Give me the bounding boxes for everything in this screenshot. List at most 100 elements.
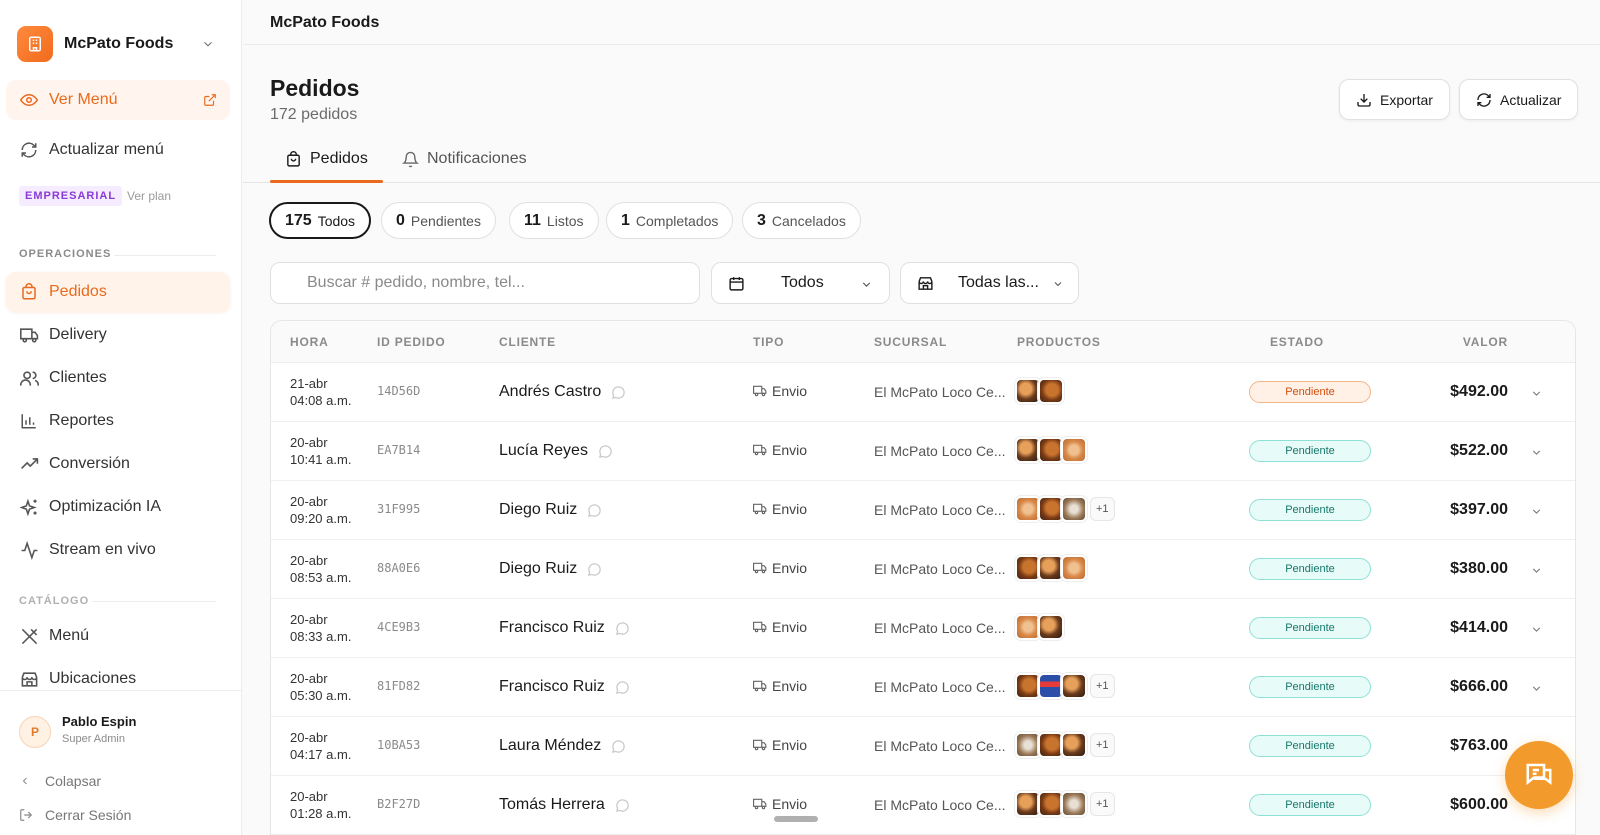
message-icon[interactable] xyxy=(598,444,613,459)
branch-name: El McPato Loco Ce... xyxy=(874,443,1006,459)
status-badge[interactable]: Pendiente xyxy=(1249,381,1371,403)
sidebar-item-clientes[interactable]: Clientes xyxy=(6,358,230,398)
sidebar-item-menu[interactable]: Menú xyxy=(6,616,230,656)
order-value: $380.00 xyxy=(1450,560,1508,577)
order-id: 4CE9B3 xyxy=(377,620,421,634)
sidebar-item-reportes[interactable]: Reportes xyxy=(6,401,230,441)
sidebar-item-pedidos[interactable]: Pedidos xyxy=(6,272,230,312)
table-row[interactable]: 20-abr 04:17 a.m. 10BA53 Laura Méndez Envio E… xyxy=(271,717,1575,776)
order-id: B2F27D xyxy=(377,797,421,811)
order-id: EA7B14 xyxy=(377,443,421,457)
filter-cancelados[interactable]: 3 Cancelados xyxy=(742,202,861,239)
filter-pendientes[interactable]: 0 Pendientes xyxy=(381,202,496,239)
tab-notificaciones[interactable]: Notificaciones xyxy=(402,150,527,182)
client-cell: Laura Méndez xyxy=(499,737,626,755)
message-icon[interactable] xyxy=(611,739,626,754)
order-value: $666.00 xyxy=(1450,678,1508,695)
calendar-icon xyxy=(728,275,745,292)
status-badge[interactable]: Pendiente xyxy=(1249,794,1371,816)
filter-completados[interactable]: 1 Completados xyxy=(606,202,734,239)
message-icon[interactable] xyxy=(587,562,602,577)
table-row[interactable]: 20-abr 10:41 a.m. EA7B14 Lucía Reyes Envio El… xyxy=(271,422,1575,481)
date-select[interactable]: Todos xyxy=(711,262,890,304)
order-time: 20-abr 08:53 a.m. xyxy=(290,552,351,586)
chevron-down-icon xyxy=(201,37,215,51)
sparkles-icon xyxy=(19,497,39,517)
truck-icon xyxy=(753,502,767,516)
table-row[interactable]: 20-abr 08:33 a.m. 4CE9B3 Francisco Ruiz Envi… xyxy=(271,599,1575,658)
order-hour: 08:53 a.m. xyxy=(290,570,352,585)
order-value: $600.00 xyxy=(1450,796,1508,813)
chevron-down-icon[interactable] xyxy=(1530,682,1543,695)
refresh-button[interactable]: Actualizar xyxy=(1459,79,1579,120)
chevron-down-icon[interactable] xyxy=(1530,623,1543,636)
order-type: Envio xyxy=(753,383,807,399)
order-type: Envio xyxy=(753,619,807,635)
avatar[interactable]: P xyxy=(19,716,51,748)
client-cell: Lucía Reyes xyxy=(499,442,613,460)
tab-pedidos[interactable]: Pedidos xyxy=(285,150,368,182)
branch-select[interactable]: Todas las... xyxy=(900,262,1079,304)
scroll-handle[interactable] xyxy=(774,816,818,822)
client-name: Tomás Herrera xyxy=(499,796,605,813)
sidebar-item-optimizacion[interactable]: Optimización IA xyxy=(6,487,230,527)
view-menu-label: Ver Menú xyxy=(49,91,118,108)
store-icon xyxy=(19,669,39,689)
section-operations-label: OPERACIONES xyxy=(19,248,112,260)
chevron-down-icon[interactable] xyxy=(1530,505,1543,518)
status-badge[interactable]: Pendiente xyxy=(1249,558,1371,580)
table-row[interactable]: 20-abr 09:20 a.m. 31F995 Diego Ruiz Envio El … xyxy=(271,481,1575,540)
products-cell: +1 xyxy=(1015,732,1115,758)
table-row[interactable]: 20-abr 01:28 a.m. B2F27D Tomás Herrera Envio… xyxy=(271,776,1575,835)
view-plan-link[interactable]: Ver plan xyxy=(127,189,171,203)
status-badge[interactable]: Pendiente xyxy=(1249,617,1371,639)
table-row[interactable]: 20-abr 05:30 a.m. 81FD82 Francisco Ruiz Envi… xyxy=(271,658,1575,717)
order-time: 20-abr 04:17 a.m. xyxy=(290,729,351,763)
products-cell xyxy=(1015,555,1087,581)
chevron-down-icon[interactable] xyxy=(1530,387,1543,400)
table-header: HORA ID PEDIDO CLIENTE TIPO SUCURSAL PRO… xyxy=(271,321,1575,363)
order-date: 20-abr xyxy=(290,612,328,627)
plan-badge: EMPRESARIAL xyxy=(19,186,123,206)
message-icon[interactable] xyxy=(615,680,630,695)
status-badge[interactable]: Pendiente xyxy=(1249,735,1371,757)
message-icon[interactable] xyxy=(615,621,630,636)
page-subtitle: 172 pedidos xyxy=(270,106,358,123)
sidebar-item-label: Delivery xyxy=(49,326,107,343)
order-hour: 04:17 a.m. xyxy=(290,747,352,762)
brand-switcher[interactable]: McPato Foods xyxy=(17,26,225,62)
update-menu-button[interactable]: Actualizar menú xyxy=(6,130,230,170)
filter-todos[interactable]: 175 Todos xyxy=(269,202,372,239)
message-icon[interactable] xyxy=(611,385,626,400)
table-row[interactable]: 20-abr 08:53 a.m. 88A0E6 Diego Ruiz Envio El … xyxy=(271,540,1575,599)
tab-active-indicator xyxy=(270,180,383,183)
collapse-button[interactable]: Colapsar xyxy=(19,773,101,789)
sidebar-item-conversion[interactable]: Conversión xyxy=(6,444,230,484)
client-cell: Francisco Ruiz xyxy=(499,619,630,637)
chevron-down-icon[interactable] xyxy=(1530,446,1543,459)
message-icon[interactable] xyxy=(615,798,630,813)
message-icon[interactable] xyxy=(587,503,602,518)
sidebar-item-delivery[interactable]: Delivery xyxy=(6,315,230,355)
order-id: 10BA53 xyxy=(377,738,421,752)
status-badge[interactable]: Pendiente xyxy=(1249,499,1371,521)
client-name: Francisco Ruiz xyxy=(499,619,605,636)
sidebar-item-stream[interactable]: Stream en vivo xyxy=(6,530,230,570)
sidebar-item-label: Optimización IA xyxy=(49,498,162,515)
view-menu-link[interactable]: Ver Menú xyxy=(6,80,230,120)
filter-listos[interactable]: 11 Listos xyxy=(509,202,599,239)
logout-button[interactable]: Cerrar Sesión xyxy=(19,807,131,823)
th-products: PRODUCTOS xyxy=(1017,335,1101,349)
search-input[interactable] xyxy=(307,263,687,303)
branch-name: El McPato Loco Ce... xyxy=(874,679,1006,695)
product-thumbnail xyxy=(1061,732,1087,758)
order-type-label: Envio xyxy=(772,737,808,753)
chevron-down-icon[interactable] xyxy=(1530,564,1543,577)
status-badge[interactable]: Pendiente xyxy=(1249,440,1371,462)
status-badge[interactable]: Pendiente xyxy=(1249,676,1371,698)
sidebar-item-ubicaciones[interactable]: Ubicaciones xyxy=(6,659,230,699)
chat-support-button[interactable] xyxy=(1505,741,1573,809)
export-button[interactable]: Exportar xyxy=(1339,79,1450,120)
table-row[interactable]: 21-abr 04:08 a.m. 14D56D Andrés Castro Envio… xyxy=(271,363,1575,422)
order-time: 20-abr 09:20 a.m. xyxy=(290,493,351,527)
